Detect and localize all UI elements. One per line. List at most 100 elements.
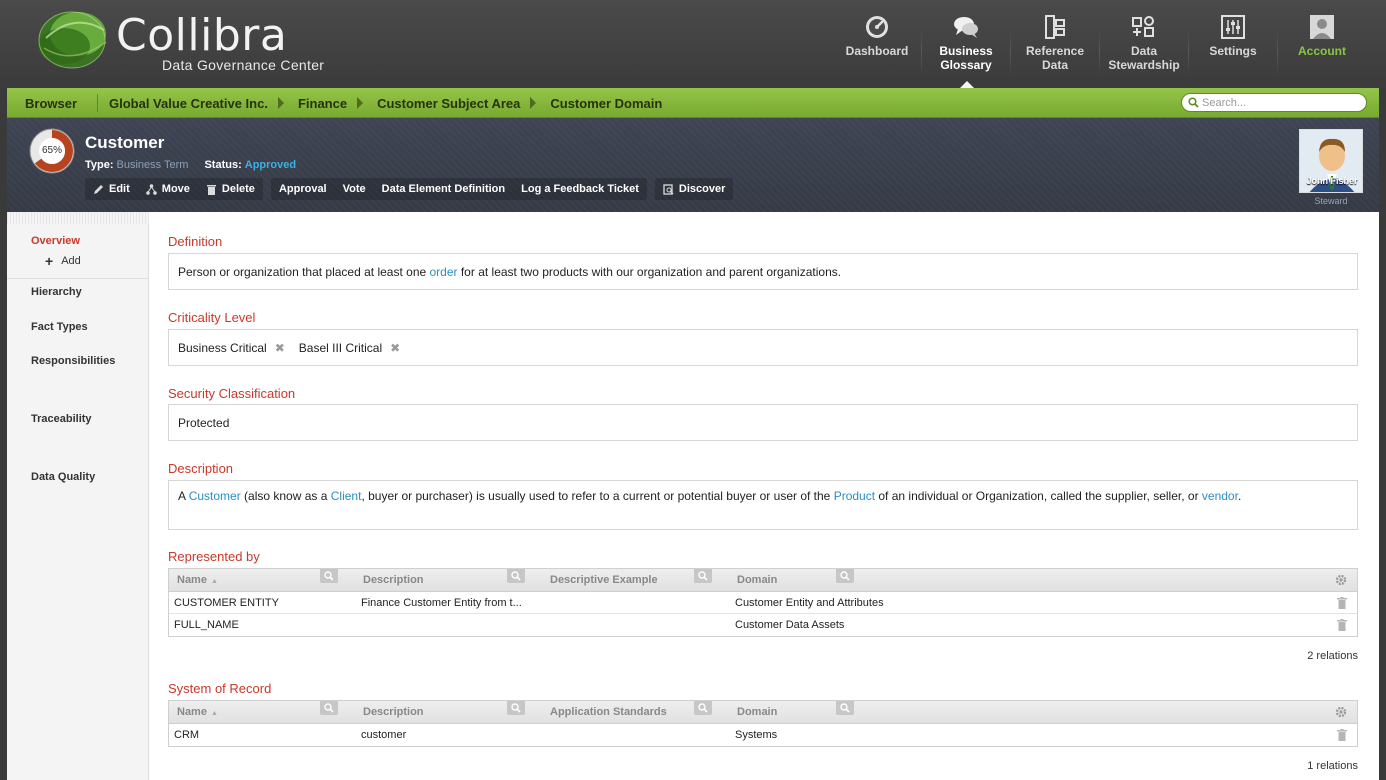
top-header: Collibra Data Governance Center Dashboar… [0, 0, 1386, 88]
breadcrumb-item-finance[interactable]: Finance [298, 96, 347, 111]
dashboard-icon [866, 16, 888, 38]
nav-data-stewardship[interactable]: Data Stewardship [1100, 12, 1188, 82]
security-box[interactable]: Protected [168, 404, 1358, 441]
nav-reference-data-label-2: Data [1041, 58, 1068, 72]
settings-sliders-icon [1221, 15, 1245, 39]
breadcrumb-item-domain[interactable]: Customer Domain [550, 96, 662, 111]
remove-tag-icon[interactable]: ✖ [390, 341, 400, 355]
column-filter-search-icon[interactable] [694, 569, 712, 583]
edit-actions-group: Edit Move Delete [85, 178, 263, 200]
edit-button[interactable]: Edit [85, 178, 138, 200]
breadcrumb-item-subject-area[interactable]: Customer Subject Area [377, 96, 520, 111]
steward-card[interactable]: John Fisher Steward [1299, 129, 1363, 206]
sidebar-item-traceability[interactable]: Traceability [31, 413, 92, 425]
column-filter-search-icon[interactable] [694, 701, 712, 715]
sort-arrow-icon: ▲ [210, 578, 218, 585]
sidebar-item-hierarchy[interactable]: Hierarchy [31, 286, 82, 298]
sidebar-item-data-quality[interactable]: Data Quality [31, 471, 95, 483]
column-filter-search-icon[interactable] [320, 569, 338, 583]
remove-tag-icon[interactable]: ✖ [275, 341, 285, 355]
account-user-icon [1310, 15, 1334, 39]
description-link-product[interactable]: Product [834, 489, 875, 503]
definition-text-before: Person or organization that placed at le… [178, 264, 430, 279]
definition-box[interactable]: Person or organization that placed at le… [168, 253, 1358, 290]
table-row[interactable]: CUSTOMER ENTITY Finance Customer Entity … [169, 592, 1357, 614]
nav-reference-data[interactable]: Reference Data [1011, 12, 1099, 82]
discover-group: Discover [654, 178, 734, 200]
definition-title: Definition [168, 234, 223, 249]
status-value: Approved [244, 159, 297, 171]
sidebar-item-responsibilities[interactable]: Responsibilities [31, 355, 115, 367]
security-title: Security Classification [168, 386, 296, 401]
cell-domain: Customer Entity and Attributes [735, 597, 884, 609]
column-filter-search-icon[interactable] [507, 701, 525, 715]
collibra-logo[interactable]: Collibra Data Governance Center [38, 8, 338, 78]
table-row[interactable]: FULL_NAME Customer Data Assets [169, 614, 1357, 636]
trash-icon[interactable] [1337, 729, 1347, 741]
description-link-client[interactable]: Client [331, 489, 362, 503]
nav-data-stewardship-label-2: Stewardship [1108, 58, 1180, 72]
nav-settings[interactable]: Settings [1189, 12, 1277, 82]
asset-meta: Type: Business Term Status: Approved [85, 159, 296, 171]
security-value: Protected [178, 415, 230, 430]
gear-icon[interactable] [1335, 574, 1347, 586]
description-box[interactable]: A Customer (also know as a Client, buyer… [168, 480, 1358, 530]
discover-button[interactable]: Discover [655, 178, 733, 200]
column-header-name[interactable]: Name ▲ [177, 706, 218, 718]
criticality-box[interactable]: Business Critical ✖ Basel III Critical ✖ [168, 329, 1358, 366]
cell-domain: Customer Data Assets [735, 619, 845, 631]
column-header-descriptive-example[interactable]: Descriptive Example [550, 574, 658, 586]
sidebar-item-fact-types[interactable]: Fact Types [31, 321, 88, 333]
column-header-domain[interactable]: Domain [737, 706, 777, 718]
browser-button[interactable]: Browser [25, 96, 77, 111]
data-element-definition-button[interactable]: Data Element Definition [374, 178, 513, 200]
content-area: Overview + Add Hierarchy Fact Types Resp… [7, 212, 1379, 780]
table-row[interactable]: CRM customer Systems [169, 724, 1357, 746]
sidebar-add-button[interactable]: + Add [45, 254, 81, 268]
nav-account[interactable]: Account [1278, 12, 1366, 82]
log-feedback-ticket-button[interactable]: Log a Feedback Ticket [513, 178, 647, 200]
workflow-actions-group: Approval Vote Data Element Definition Lo… [270, 178, 647, 200]
nav-account-label: Account [1298, 44, 1346, 58]
delete-button[interactable]: Delete [198, 178, 263, 200]
discover-label: Discover [678, 183, 726, 195]
nav-business-glossary[interactable]: Business Glossary [922, 12, 1010, 88]
approval-button[interactable]: Approval [271, 178, 335, 200]
gear-icon[interactable] [1335, 706, 1347, 718]
column-header-description[interactable]: Description [363, 574, 424, 586]
search-box[interactable] [1181, 93, 1367, 112]
search-input[interactable] [1202, 95, 1360, 110]
column-header-domain[interactable]: Domain [737, 574, 777, 586]
sidebar-item-overview[interactable]: Overview [31, 235, 80, 247]
avatar: John Fisher [1299, 129, 1363, 193]
definition-link-order[interactable]: order [430, 265, 458, 279]
vote-button[interactable]: Vote [335, 178, 374, 200]
column-header-description[interactable]: Description [363, 706, 424, 718]
nav-dashboard[interactable]: Dashboard [833, 12, 921, 82]
nav-reference-data-label-1: Reference [1025, 44, 1085, 58]
column-header-application-standards[interactable]: Application Standards [550, 706, 667, 718]
main-nav: Dashboard Business Glossary Reference Da… [833, 12, 1366, 88]
description-title: Description [168, 461, 234, 476]
completeness-gauge: 65% [28, 127, 76, 175]
cell-description: customer [361, 729, 407, 741]
search-icon [1188, 97, 1199, 108]
edit-label: Edit [109, 183, 130, 195]
column-filter-search-icon[interactable] [507, 569, 525, 583]
trash-icon[interactable] [1337, 619, 1347, 631]
type-value[interactable]: Business Term [117, 159, 189, 171]
trash-icon[interactable] [1337, 597, 1347, 609]
breadcrumb-bar: Browser Global Value Creative Inc. Finan… [7, 88, 1379, 118]
column-filter-search-icon[interactable] [320, 701, 338, 715]
asset-actions: Edit Move Delete Approval Vote Data Elem… [85, 178, 741, 200]
column-filter-search-icon[interactable] [836, 569, 854, 583]
column-filter-search-icon[interactable] [836, 701, 854, 715]
column-header-name[interactable]: Name ▲ [177, 574, 218, 586]
definition-text-after: for at least two products with our organ… [457, 264, 842, 279]
trash-icon [206, 184, 216, 195]
criticality-tag-label: Basel III Critical [298, 340, 383, 355]
move-button[interactable]: Move [138, 178, 198, 200]
breadcrumb-item-community[interactable]: Global Value Creative Inc. [109, 96, 268, 111]
description-link-vendor[interactable]: vendor [1202, 489, 1238, 503]
description-link-customer[interactable]: Customer [189, 489, 241, 503]
